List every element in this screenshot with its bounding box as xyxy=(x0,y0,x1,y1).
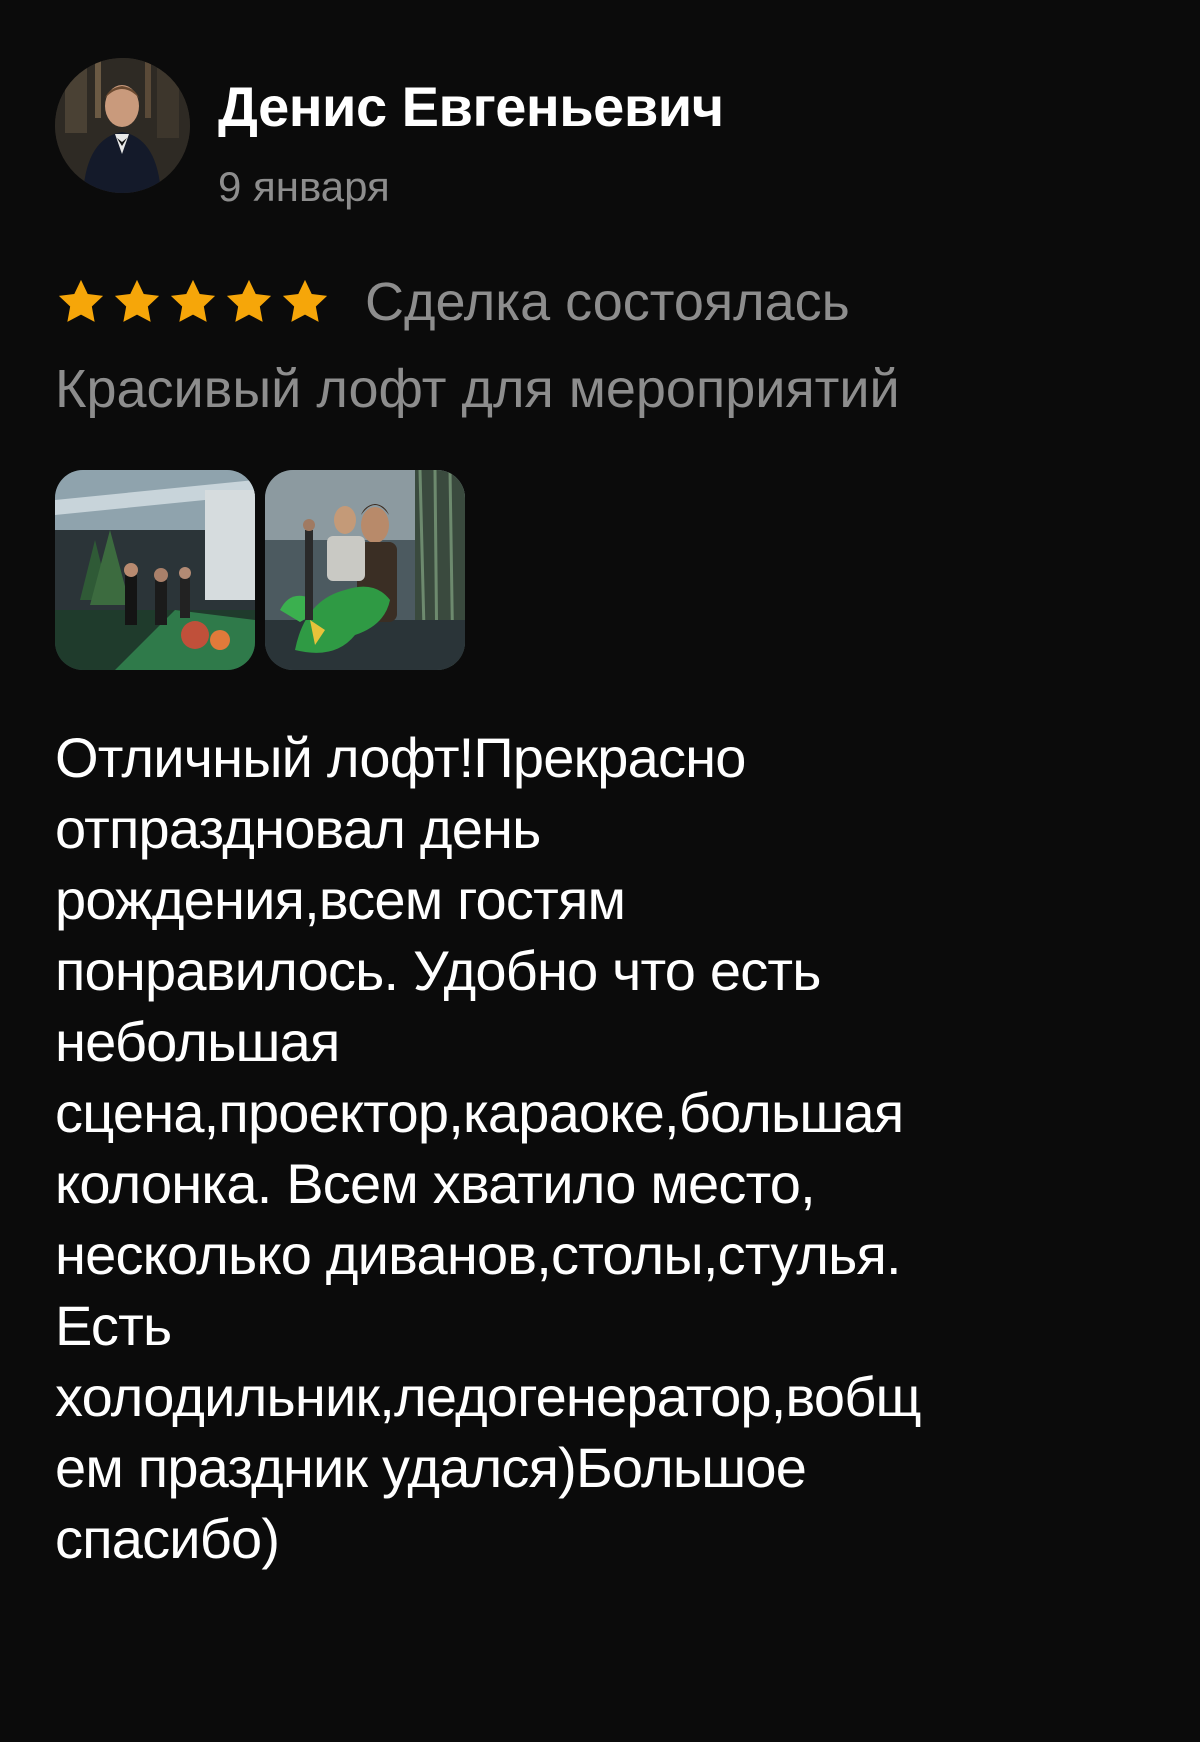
review-photos xyxy=(55,470,465,670)
star-icon xyxy=(58,279,104,322)
avatar[interactable] xyxy=(55,58,190,193)
review-card: Денис Евгеньевич 9 января Сделка состоял… xyxy=(0,0,1200,1742)
star-icon xyxy=(226,279,272,322)
review-text-line: несколько диванов,столы,стулья. xyxy=(55,1223,902,1286)
review-text-line: спасибо) xyxy=(55,1507,280,1570)
review-text-line: ем праздник удался)Большое xyxy=(55,1436,807,1499)
author-name[interactable]: Денис Евгеньевич xyxy=(218,74,724,140)
review-text-line: рождения,всем гостям xyxy=(55,868,626,931)
review-photo-1[interactable] xyxy=(55,470,255,670)
review-text-line: Отличный лофт!Прекрасно xyxy=(55,726,746,789)
review-text-line: сцена,проектор,караоке,большая xyxy=(55,1081,904,1144)
loft-party-photo-icon xyxy=(55,470,255,670)
review-text-line: небольшая xyxy=(55,1010,340,1073)
star-rating xyxy=(55,276,331,328)
review-photo-2[interactable] xyxy=(265,470,465,670)
party-guests-photo-icon xyxy=(265,470,465,670)
star-icon xyxy=(170,279,216,322)
review-text-line: холодильник,ледогенератор,вобщ xyxy=(55,1365,922,1428)
review-text-line: Есть xyxy=(55,1294,172,1357)
deal-status: Сделка состоялась xyxy=(365,272,850,332)
listing-title[interactable]: Красивый лофт для мероприятий xyxy=(55,356,900,422)
review-date: 9 января xyxy=(218,163,390,210)
review-text-line: отпраздновал день xyxy=(55,797,541,860)
review-text-line: понравилось. Удобно что есть xyxy=(55,939,821,1002)
rating-row: Сделка состоялась xyxy=(55,268,850,336)
star-icon xyxy=(114,279,160,322)
review-text: Отличный лофт!Прекрасно отпраздновал ден… xyxy=(55,722,1155,1574)
user-avatar-icon xyxy=(55,58,190,193)
review-text-line: колонка. Всем хватило место, xyxy=(55,1152,816,1215)
star-icon xyxy=(282,279,328,322)
